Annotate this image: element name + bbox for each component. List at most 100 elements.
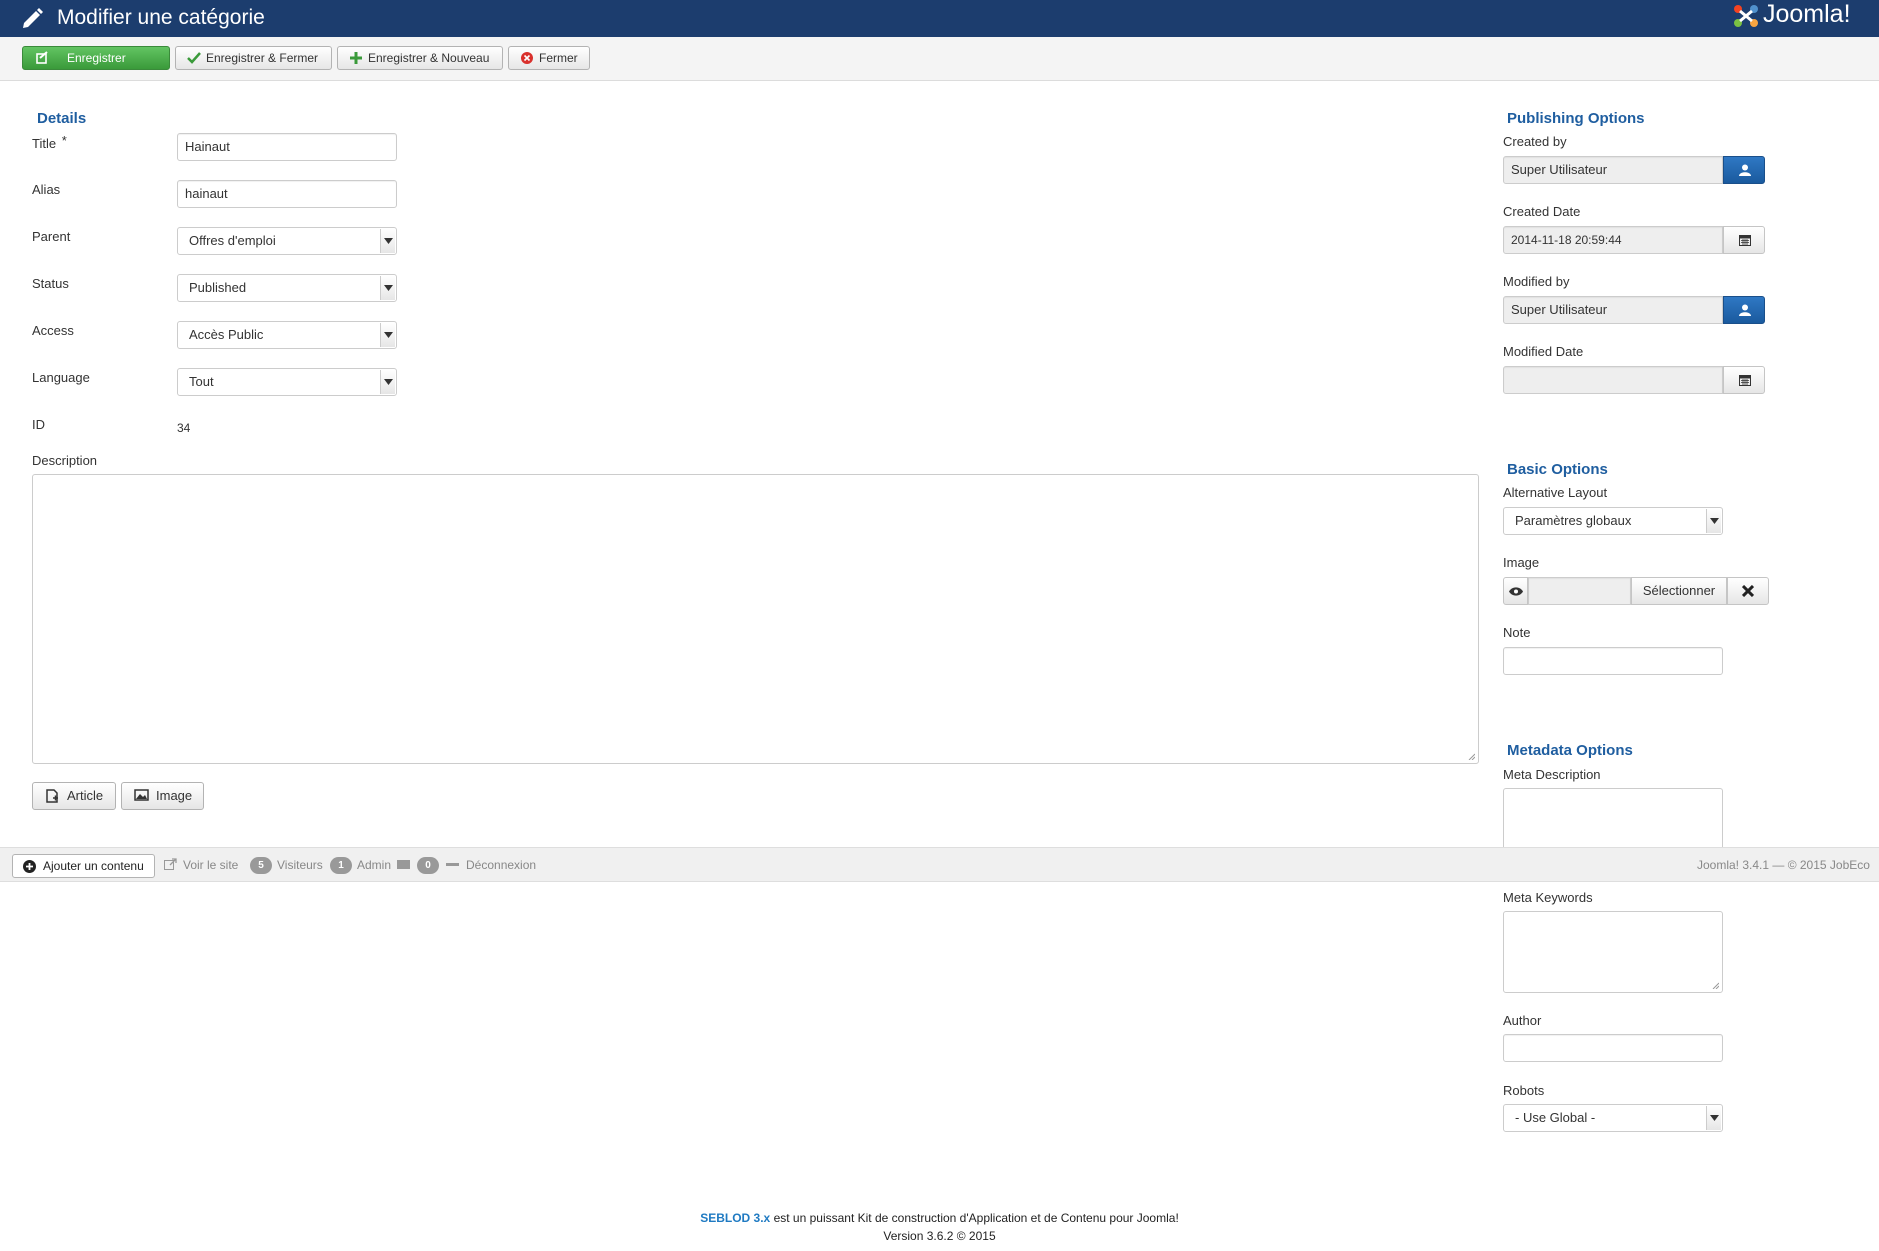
user-icon <box>1739 164 1751 176</box>
select-modifier-button[interactable] <box>1723 296 1765 324</box>
modified-date-input[interactable] <box>1503 366 1723 394</box>
language-select[interactable]: Tout <box>177 368 397 396</box>
save-new-button[interactable]: Enregistrer & Nouveau <box>337 46 503 70</box>
footer-tagline: est un puissant Kit de construction d'Ap… <box>770 1211 1179 1225</box>
insert-article-button[interactable]: Article <box>32 782 116 810</box>
joomla-logo-text: Joomla! <box>1763 0 1851 28</box>
meta-description-textarea[interactable] <box>1503 788 1723 848</box>
view-site-link[interactable]: Voir le site <box>183 858 238 872</box>
clear-image-button[interactable] <box>1727 577 1769 605</box>
resize-handle-icon[interactable] <box>1467 752 1475 760</box>
footer-line-1: SEBLOD 3.x est un puissant Kit de constr… <box>0 1211 1879 1225</box>
add-content-label: Ajouter un contenu <box>43 859 144 873</box>
created-date-calendar-button[interactable] <box>1723 226 1765 254</box>
language-select-value: Tout <box>189 374 214 389</box>
alias-input[interactable]: hainaut <box>177 180 397 208</box>
admin-count-badge: 1 <box>330 857 352 874</box>
save-close-button[interactable]: Enregistrer & Fermer <box>175 46 332 70</box>
page-title: Modifier une catégorie <box>57 6 265 29</box>
save-new-label: Enregistrer & Nouveau <box>368 51 490 65</box>
description-editor[interactable] <box>32 474 1479 764</box>
id-label: ID <box>32 417 45 432</box>
meta-keywords-label: Meta Keywords <box>1503 890 1593 905</box>
parent-select[interactable]: Offres d'emploi <box>177 227 397 255</box>
note-label: Note <box>1503 625 1531 640</box>
robots-label: Robots <box>1503 1083 1545 1098</box>
metadata-options-heading: Metadata Options <box>1507 742 1633 759</box>
chevron-down-icon <box>380 276 395 300</box>
close-circle-icon <box>521 52 533 64</box>
alternative-layout-select[interactable]: Paramètres globaux <box>1503 507 1723 535</box>
access-select[interactable]: Accès Public <box>177 321 397 349</box>
article-icon <box>46 789 58 803</box>
id-value: 34 <box>177 421 191 435</box>
plus-circle-icon <box>23 860 36 873</box>
visitors-label: Visiteurs <box>277 858 323 872</box>
modified-by-label: Modified by <box>1503 274 1570 289</box>
created-date-input[interactable]: 2014-11-18 20:59:44 <box>1503 226 1723 254</box>
seblod-link[interactable]: SEBLOD 3.x <box>700 1211 770 1225</box>
chevron-down-icon <box>380 370 395 394</box>
close-button[interactable]: Fermer <box>508 46 590 70</box>
alternative-layout-label: Alternative Layout <box>1503 485 1608 500</box>
add-content-button[interactable]: Ajouter un contenu <box>12 854 155 878</box>
required-mark: * <box>61 133 67 148</box>
created-by-input[interactable]: Super Utilisateur <box>1503 156 1723 184</box>
close-icon <box>1742 585 1754 597</box>
parent-select-value: Offres d'emploi <box>189 233 276 248</box>
edit-pencil-icon <box>23 8 43 28</box>
save-button-label: Enregistrer <box>67 51 126 65</box>
select-user-button[interactable] <box>1723 156 1765 184</box>
title-input[interactable]: Hainaut <box>177 133 397 161</box>
admin-label: Admin <box>357 858 392 872</box>
logout-link[interactable]: Déconnexion <box>466 858 536 872</box>
resize-handle-icon[interactable] <box>1711 981 1719 989</box>
visitors-count-badge: 5 <box>250 857 272 874</box>
author-label: Author <box>1503 1013 1542 1028</box>
author-input[interactable] <box>1503 1034 1723 1062</box>
alternative-layout-value: Paramètres globaux <box>1515 513 1632 528</box>
modified-date-label: Modified Date <box>1503 344 1584 359</box>
save-icon <box>36 51 48 64</box>
save-button[interactable]: Enregistrer <box>22 46 170 70</box>
status-select[interactable]: Published <box>177 274 397 302</box>
calendar-icon <box>1739 375 1751 386</box>
modified-by-input[interactable]: Super Utilisateur <box>1503 296 1723 324</box>
image-label: Image <box>1503 555 1540 570</box>
article-button-label: Article <box>67 788 104 803</box>
language-label: Language <box>32 370 90 385</box>
toolbar: Enregistrer Enregistrer & Fermer Enregis… <box>0 37 1879 81</box>
parent-label: Parent <box>32 229 71 244</box>
save-close-label: Enregistrer & Fermer <box>206 51 319 65</box>
messages-count-badge: 0 <box>417 857 439 874</box>
meta-description-label: Meta Description <box>1503 767 1601 782</box>
chevron-down-icon <box>380 323 395 347</box>
version-text: Joomla! 3.4.1 — © 2015 JobEco <box>1697 858 1870 872</box>
user-icon <box>1739 304 1751 316</box>
modified-date-calendar-button[interactable] <box>1723 366 1765 394</box>
eye-icon <box>1509 587 1523 596</box>
close-label: Fermer <box>539 51 578 65</box>
title-label-text: Title <box>32 136 57 151</box>
meta-keywords-textarea[interactable] <box>1503 911 1723 993</box>
footer-version: Version 3.6.2 © 2015 <box>883 1229 996 1243</box>
title-label: Title * <box>32 133 67 151</box>
robots-select[interactable]: - Use Global - <box>1503 1104 1723 1132</box>
status-label: Status <box>32 276 69 291</box>
access-select-value: Accès Public <box>189 327 264 342</box>
details-heading: Details <box>37 110 87 127</box>
insert-image-button[interactable]: Image <box>121 782 204 810</box>
basic-options-heading: Basic Options <box>1507 461 1608 478</box>
external-link-icon <box>164 858 177 870</box>
created-date-label: Created Date <box>1503 204 1581 219</box>
calendar-icon <box>1739 235 1751 246</box>
check-icon <box>187 52 201 64</box>
select-image-button[interactable]: Sélectionner <box>1631 577 1727 605</box>
plus-icon <box>350 52 362 64</box>
image-path-input[interactable] <box>1528 577 1631 605</box>
minus-icon <box>446 863 459 866</box>
description-label: Description <box>32 453 98 468</box>
image-preview-button[interactable] <box>1503 577 1528 605</box>
note-input[interactable] <box>1503 647 1723 675</box>
envelope-icon <box>397 860 410 869</box>
